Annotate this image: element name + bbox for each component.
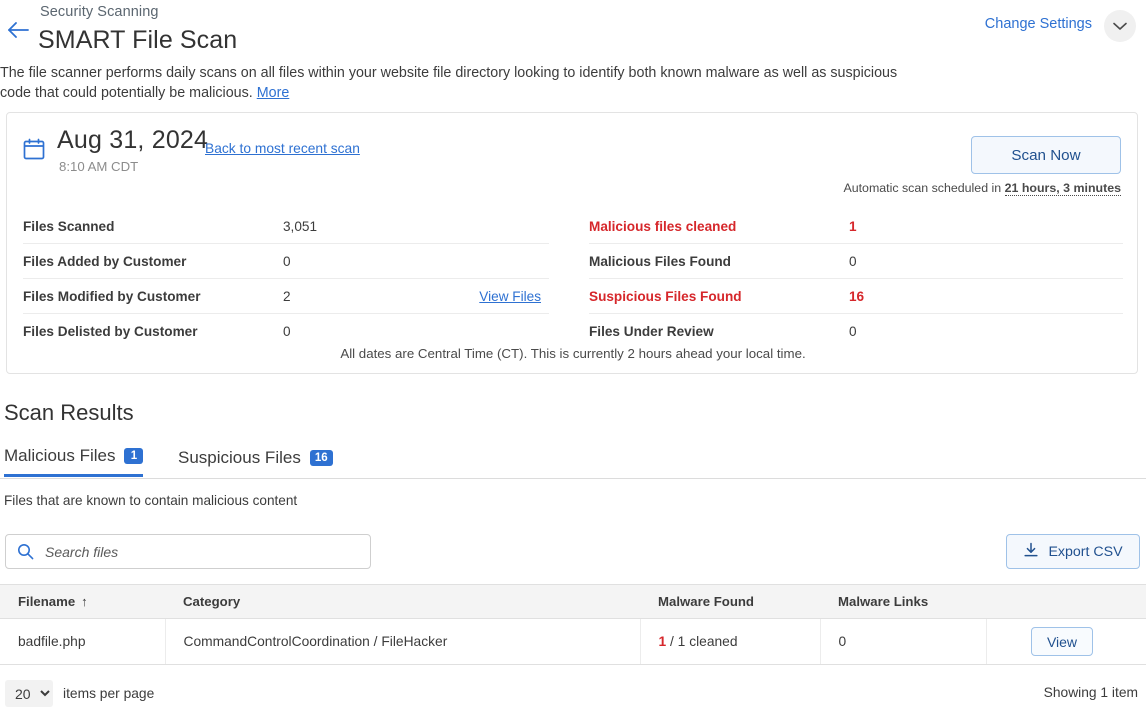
scan-stats-left: Files Scanned 3,051 Files Added by Custo… — [7, 209, 573, 348]
column-header-filename[interactable]: Filename ↑ — [0, 585, 165, 619]
tab-label: Suspicious Files — [178, 448, 301, 468]
items-per-page-select[interactable]: 20 — [5, 680, 53, 707]
stat-value: 0 — [283, 254, 291, 269]
breadcrumb[interactable]: Security Scanning — [40, 4, 159, 20]
chevron-down-icon[interactable] — [1104, 10, 1136, 42]
search-files-box[interactable] — [5, 534, 371, 569]
stat-label: Malicious Files Found — [589, 254, 849, 269]
stat-value: 0 — [849, 324, 857, 339]
stat-value: 2 — [283, 289, 291, 304]
download-icon — [1023, 542, 1039, 562]
scan-results-heading: Scan Results — [4, 400, 134, 426]
showing-count: Showing 1 item — [1044, 685, 1138, 700]
stat-label: Files Added by Customer — [23, 254, 283, 269]
cell-malware-found: 1 / 1 cleaned — [640, 619, 820, 665]
stat-row: Malicious Files Found 0 — [589, 244, 1123, 279]
tab-badge: 1 — [124, 448, 143, 464]
cell-filename: badfile.php — [0, 619, 165, 665]
stat-row: Files Scanned 3,051 — [23, 209, 549, 244]
cell-actions: View — [986, 619, 1146, 665]
scan-date: Aug 31, 2024 — [57, 126, 208, 155]
cell-malware-links: 0 — [820, 619, 986, 665]
scan-now-button[interactable]: Scan Now — [971, 136, 1121, 174]
stat-value: 0 — [849, 254, 857, 269]
cell-category: CommandControlCoordination / FileHacker — [165, 619, 640, 665]
back-to-most-recent-scan-link[interactable]: Back to most recent scan — [205, 141, 360, 156]
tab-label: Malicious Files — [4, 446, 115, 466]
per-page-control: 20 items per page — [5, 680, 154, 707]
page-header: Security Scanning SMART File Scan Change… — [0, 0, 1146, 6]
stat-row: Files Added by Customer 0 — [23, 244, 549, 279]
view-button[interactable]: View — [1031, 627, 1093, 656]
results-tabs: Malicious Files 1 Suspicious Files 16 — [0, 438, 1146, 479]
tab-malicious-files[interactable]: Malicious Files 1 — [4, 438, 143, 477]
intro-paragraph: The file scanner performs daily scans on… — [0, 64, 900, 103]
stat-row: Files Under Review 0 — [589, 314, 1123, 348]
smart-file-scan-page: Security Scanning SMART File Scan Change… — [0, 0, 1146, 713]
change-settings-link[interactable]: Change Settings — [985, 16, 1092, 32]
automatic-scan-status: Automatic scan scheduled in 21 hours, 3 … — [843, 181, 1121, 195]
scan-time: 8:10 AM CDT — [59, 159, 138, 174]
timezone-note: All dates are Central Time (CT). This is… — [7, 346, 1139, 361]
stat-label: Malicious files cleaned — [589, 219, 849, 234]
items-per-page-label: items per page — [63, 686, 154, 701]
intro-text: The file scanner performs daily scans on… — [0, 65, 897, 101]
stat-value: 1 — [849, 219, 857, 234]
automatic-scan-countdown[interactable]: 21 hours, 3 minutes — [1005, 181, 1121, 196]
stat-value: 0 — [283, 324, 291, 339]
export-csv-button[interactable]: Export CSV — [1006, 534, 1140, 569]
column-header-malware-found[interactable]: Malware Found — [640, 585, 820, 619]
export-csv-label: Export CSV — [1048, 544, 1122, 560]
stat-value: 16 — [849, 289, 864, 304]
stat-row: Malicious files cleaned 1 — [589, 209, 1123, 244]
search-icon — [17, 543, 34, 560]
table-row: badfile.php CommandControlCoordination /… — [0, 619, 1146, 665]
malware-found-suffix: / 1 cleaned — [666, 634, 737, 649]
column-header-malware-links[interactable]: Malware Links — [820, 585, 986, 619]
stat-label: Files Scanned — [23, 219, 283, 234]
column-label: Filename — [18, 594, 75, 609]
tab-badge: 16 — [310, 450, 333, 466]
scan-results-table: Filename ↑ Category Malware Found Malware… — [0, 584, 1146, 665]
table-header-row: Filename ↑ Category Malware Found Malware… — [0, 585, 1146, 619]
automatic-scan-prefix: Automatic scan scheduled in — [843, 181, 1004, 195]
view-files-link[interactable]: View Files — [479, 289, 541, 304]
stat-label: Files Under Review — [589, 324, 849, 339]
stat-row: Files Delisted by Customer 0 — [23, 314, 549, 348]
scan-summary-card: Aug 31, 2024 8:10 AM CDT Back to most re… — [6, 112, 1138, 374]
scan-stats-right: Malicious files cleaned 1 Malicious File… — [573, 209, 1139, 348]
stat-label: Suspicious Files Found — [589, 289, 849, 304]
stat-row: Suspicious Files Found 16 — [589, 279, 1123, 314]
page-title: SMART File Scan — [38, 26, 237, 55]
stat-label: Files Delisted by Customer — [23, 324, 283, 339]
calendar-icon — [23, 138, 45, 165]
tab-description: Files that are known to contain maliciou… — [4, 493, 297, 508]
more-link[interactable]: More — [257, 85, 290, 101]
column-header-actions — [986, 585, 1146, 619]
column-header-category[interactable]: Category — [165, 585, 640, 619]
scan-stats: Files Scanned 3,051 Files Added by Custo… — [7, 209, 1139, 348]
back-arrow-icon[interactable] — [4, 16, 32, 44]
tab-suspicious-files[interactable]: Suspicious Files 16 — [178, 438, 333, 477]
stat-label: Files Modified by Customer — [23, 289, 283, 304]
sort-ascending-icon[interactable]: ↑ — [81, 594, 88, 609]
search-input[interactable] — [43, 543, 347, 561]
stat-value: 3,051 — [283, 219, 317, 234]
stat-row: Files Modified by Customer 2 View Files — [23, 279, 549, 314]
